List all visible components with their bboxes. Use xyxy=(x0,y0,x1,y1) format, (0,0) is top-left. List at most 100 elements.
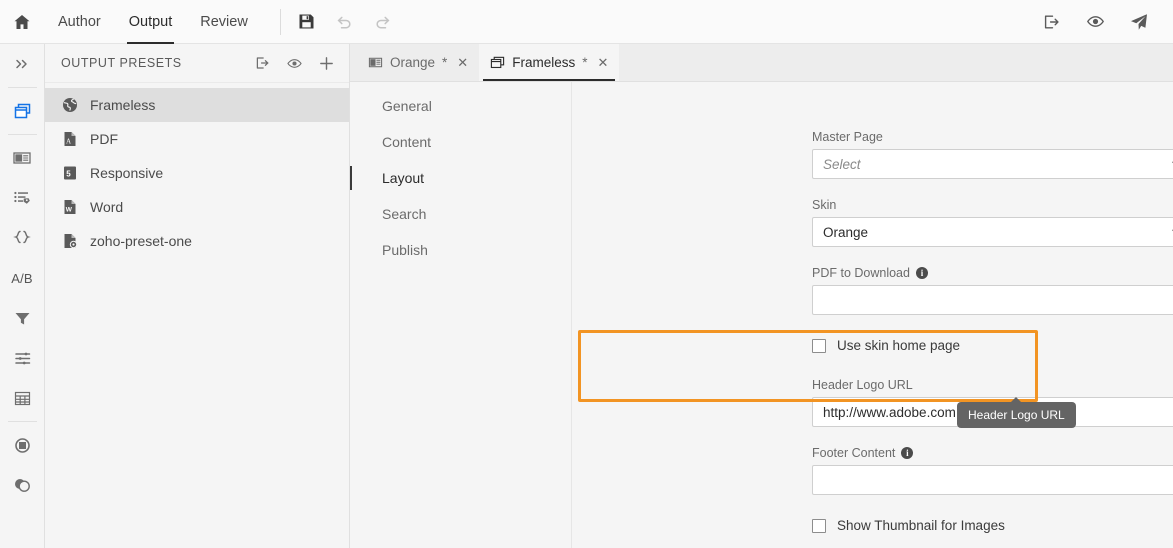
footer-content-row xyxy=(812,465,1173,495)
subnav-label: General xyxy=(382,98,432,114)
redo-icon[interactable] xyxy=(367,6,399,38)
settings-sliders-icon[interactable] xyxy=(0,338,45,378)
preset-label: Word xyxy=(90,199,123,215)
home-icon[interactable] xyxy=(0,0,44,44)
pdf-file-icon: A xyxy=(61,130,79,148)
close-icon[interactable]: ✕ xyxy=(457,55,468,71)
output-presets-list: Frameless A PDF 5 xyxy=(45,83,349,258)
menu-tab-output[interactable]: Output xyxy=(115,0,187,44)
master-page-label: Master Page xyxy=(812,130,1173,144)
rail-divider xyxy=(8,421,37,422)
document-tab-frameless[interactable]: Frameless * ✕ xyxy=(479,44,619,81)
filter-icon[interactable] xyxy=(0,298,45,338)
skin-value: Orange xyxy=(823,225,868,240)
preset-label: zoho-preset-one xyxy=(90,233,192,249)
tooltip: Header Logo URL xyxy=(957,402,1076,428)
menu-tab-output-label: Output xyxy=(129,14,173,30)
expand-chevrons-icon[interactable] xyxy=(0,44,45,84)
layout-settings-form: Master Page Select xyxy=(572,82,1173,548)
document-tab-modified-marker: * xyxy=(442,55,447,70)
generate-output-icon[interactable] xyxy=(251,52,273,74)
output-presets-header: OUTPUT PRESETS xyxy=(45,44,349,83)
subnav-item-publish[interactable]: Publish xyxy=(350,232,571,268)
close-icon[interactable]: ✕ xyxy=(597,55,608,71)
output-presets-icon[interactable] xyxy=(0,91,45,131)
overlap-circles-icon[interactable] xyxy=(0,465,45,505)
pdf-to-download-input[interactable] xyxy=(812,285,1173,315)
skin-select[interactable]: Orange xyxy=(812,217,1173,247)
eye-icon[interactable] xyxy=(283,52,305,74)
toolbar-divider xyxy=(280,9,281,35)
pdf-to-download-label: PDF to Download xyxy=(812,266,910,280)
subnav-label: Layout xyxy=(382,170,424,186)
preset-label: PDF xyxy=(90,131,118,147)
menu-tab-review[interactable]: Review xyxy=(186,0,262,44)
use-skin-home-page-row[interactable]: Use skin home page xyxy=(812,338,960,353)
footer-content-label: Footer Content xyxy=(812,446,895,460)
output-presets-title: OUTPUT PRESETS xyxy=(61,56,251,70)
main-menu-tabs: Author Output Review xyxy=(44,0,262,44)
info-icon[interactable]: i xyxy=(901,447,913,459)
menu-tab-author-label: Author xyxy=(58,14,101,30)
variables-icon[interactable] xyxy=(0,218,45,258)
eye-icon[interactable] xyxy=(1079,6,1111,38)
footer-content-label-row: Footer Content i xyxy=(812,446,1173,460)
header-logo-url-label: Header Logo URL xyxy=(812,378,1173,392)
undo-icon[interactable] xyxy=(329,6,361,38)
field-show-thumbnail: Show Thumbnail for Images xyxy=(812,518,1005,533)
header-logo-url-value: http://www.adobe.com xyxy=(823,405,956,420)
field-pdf-to-download: PDF to Download i xyxy=(812,266,1173,315)
preset-settings-nav: General Content Layout Search Publish xyxy=(350,82,572,548)
document-tab-label: Orange xyxy=(390,55,435,70)
pdf-to-download-row xyxy=(812,285,1173,315)
field-footer-content: Footer Content i xyxy=(812,446,1173,495)
top-right-actions xyxy=(1035,6,1173,38)
master-pages-icon[interactable] xyxy=(0,138,45,178)
publish-icon[interactable] xyxy=(1123,6,1155,38)
subnav-item-general[interactable]: General xyxy=(350,88,571,124)
subnav-label: Content xyxy=(382,134,431,150)
subnav-item-content[interactable]: Content xyxy=(350,124,571,160)
preset-item-responsive[interactable]: 5 Responsive xyxy=(45,156,349,190)
ab-test-icon[interactable]: A/B xyxy=(0,258,45,298)
preset-item-zoho-preset-one[interactable]: zoho-preset-one xyxy=(45,224,349,258)
circle-stop-icon[interactable] xyxy=(0,425,45,465)
tooltip-text: Header Logo URL xyxy=(968,408,1065,422)
master-page-placeholder: Select xyxy=(823,157,861,172)
window-icon xyxy=(490,55,505,70)
preset-item-word[interactable]: W Word xyxy=(45,190,349,224)
use-skin-home-page-checkbox[interactable] xyxy=(812,339,826,353)
document-tab-orange[interactable]: Orange * ✕ xyxy=(357,44,479,81)
export-icon[interactable] xyxy=(1035,6,1067,38)
master-page-select[interactable]: Select xyxy=(812,149,1173,179)
master-page-row: Select xyxy=(812,149,1173,179)
preset-item-frameless[interactable]: Frameless xyxy=(45,88,349,122)
field-skin: Skin Orange xyxy=(812,198,1173,247)
skin-row: Orange xyxy=(812,217,1173,247)
rail-divider xyxy=(8,134,37,135)
menu-tab-author[interactable]: Author xyxy=(44,0,115,44)
skin-label: Skin xyxy=(812,198,1173,212)
save-icon[interactable] xyxy=(291,6,323,38)
info-icon[interactable]: i xyxy=(916,267,928,279)
rail-divider xyxy=(8,87,37,88)
plus-icon[interactable] xyxy=(315,52,337,74)
snippets-icon[interactable] xyxy=(0,178,45,218)
subnav-item-layout[interactable]: Layout xyxy=(350,160,571,196)
table-icon[interactable] xyxy=(0,378,45,418)
skin-icon xyxy=(368,55,383,70)
subnav-item-search[interactable]: Search xyxy=(350,196,571,232)
show-thumbnail-checkbox[interactable] xyxy=(812,519,826,533)
output-presets-header-actions xyxy=(251,52,337,74)
preset-label: Responsive xyxy=(90,165,163,181)
show-thumbnail-row[interactable]: Show Thumbnail for Images xyxy=(812,518,1005,533)
field-use-skin-home-page: Use skin home page xyxy=(812,338,960,353)
use-skin-home-page-label: Use skin home page xyxy=(837,338,960,353)
footer-content-input[interactable] xyxy=(812,465,1173,495)
show-thumbnail-label: Show Thumbnail for Images xyxy=(837,518,1005,533)
output-presets-panel: OUTPUT PRESETS xyxy=(45,44,350,548)
subnav-label: Search xyxy=(382,206,426,222)
preset-item-pdf[interactable]: A PDF xyxy=(45,122,349,156)
preset-label: Frameless xyxy=(90,97,155,113)
application-window: Author Output Review xyxy=(0,0,1173,548)
